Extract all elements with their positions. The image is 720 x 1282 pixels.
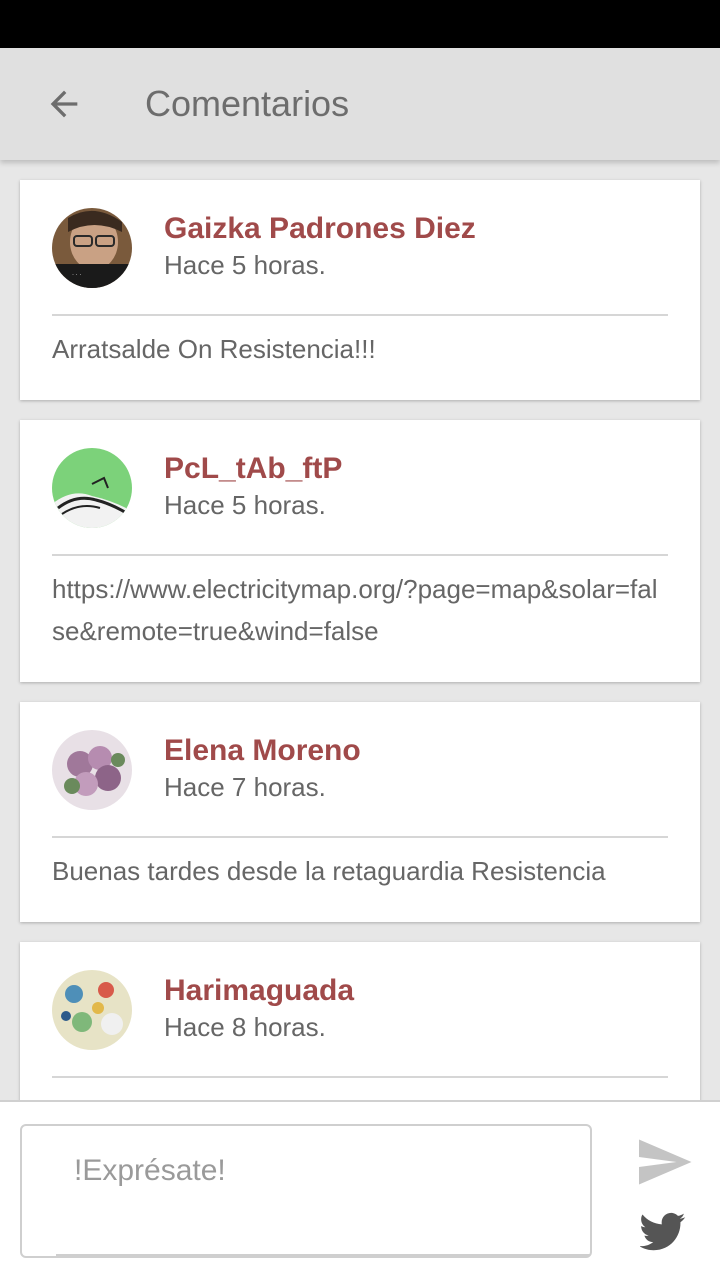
- divider: [52, 314, 668, 316]
- send-button[interactable]: [634, 1132, 694, 1192]
- comment-composer: [0, 1100, 720, 1282]
- comment-card: · · · Gaizka Padrones Diez Hace 5 horas.…: [20, 180, 700, 400]
- comment-author[interactable]: Harimaguada: [164, 972, 354, 1010]
- comment-text: Arratsalde On Resistencia!!!: [52, 334, 376, 364]
- svg-text:· · ·: · · ·: [72, 272, 81, 278]
- app-toolbar: Comentarios: [0, 48, 720, 160]
- avatar[interactable]: [52, 730, 132, 810]
- send-icon: [639, 1139, 692, 1185]
- comment-time: Hace 5 horas.: [164, 490, 326, 520]
- avatar[interactable]: · · ·: [52, 208, 132, 288]
- divider: [52, 836, 668, 838]
- comment-time: Hace 5 horas.: [164, 250, 326, 280]
- input-underline: [56, 1254, 590, 1256]
- comment-author[interactable]: Gaizka Padrones Diez: [164, 210, 476, 248]
- avatar[interactable]: [52, 970, 132, 1050]
- page-title: Comentarios: [145, 83, 350, 124]
- divider: [52, 554, 668, 556]
- back-button[interactable]: [36, 76, 92, 132]
- comment-text: ¡PEPEP...: [52, 1090, 670, 1100]
- comment-card: Elena Moreno Hace 7 horas. Buenas tardes…: [20, 702, 700, 922]
- comment-author[interactable]: Elena Moreno: [164, 732, 361, 770]
- comment-time: Hace 7 horas.: [164, 772, 326, 802]
- twitter-button[interactable]: [639, 1212, 690, 1256]
- comment-card: Harimaguada Hace 8 horas. ¡PEPEP...: [20, 942, 700, 1100]
- status-bar: [0, 0, 720, 48]
- comment-author[interactable]: PcL_tAb_ftP: [164, 450, 342, 488]
- arrow-back-icon: [50, 90, 78, 118]
- comments-list[interactable]: · · · Gaizka Padrones Diez Hace 5 horas.…: [0, 160, 720, 1100]
- comment-text: https://www.electricitymap.org/?page=map…: [52, 574, 658, 646]
- comment-text: Buenas tardes desde la retaguardia Resis…: [52, 856, 606, 886]
- comment-card: PcL_tAb_ftP Hace 5 horas. https://www.el…: [20, 420, 700, 682]
- comment-input[interactable]: [72, 1148, 566, 1194]
- comment-time: Hace 8 horas.: [164, 1012, 326, 1042]
- divider: [52, 1076, 668, 1078]
- comment-input-box[interactable]: [20, 1124, 592, 1258]
- twitter-icon: [639, 1212, 686, 1251]
- avatar[interactable]: [52, 448, 132, 528]
